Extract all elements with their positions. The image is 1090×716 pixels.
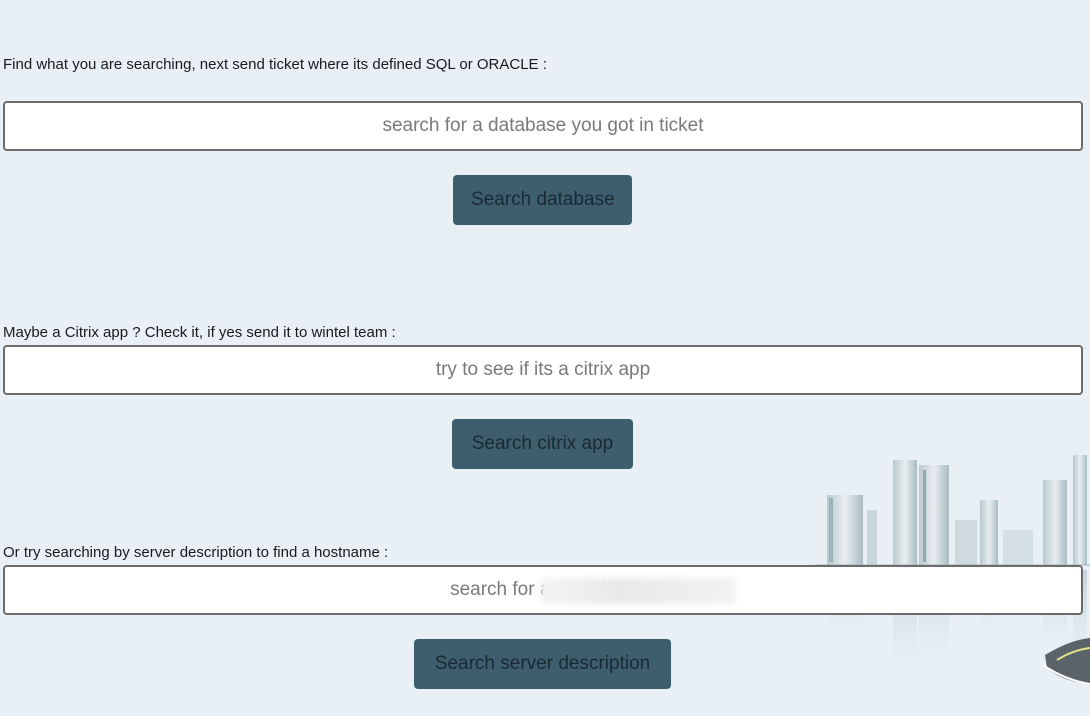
search-database-button[interactable]: Search database	[453, 175, 632, 225]
server-search-label: Or try searching by server description t…	[3, 544, 389, 561]
database-search-input[interactable]	[3, 101, 1083, 151]
search-citrix-button[interactable]: Search citrix app	[452, 419, 633, 469]
database-search-label: Find what you are searching, next send t…	[3, 56, 547, 73]
search-server-description-button[interactable]: Search server description	[414, 639, 671, 689]
redacted-placeholder-text	[541, 578, 736, 604]
citrix-search-label: Maybe a Citrix app ? Check it, if yes se…	[3, 324, 396, 341]
citrix-search-input[interactable]	[3, 345, 1083, 395]
